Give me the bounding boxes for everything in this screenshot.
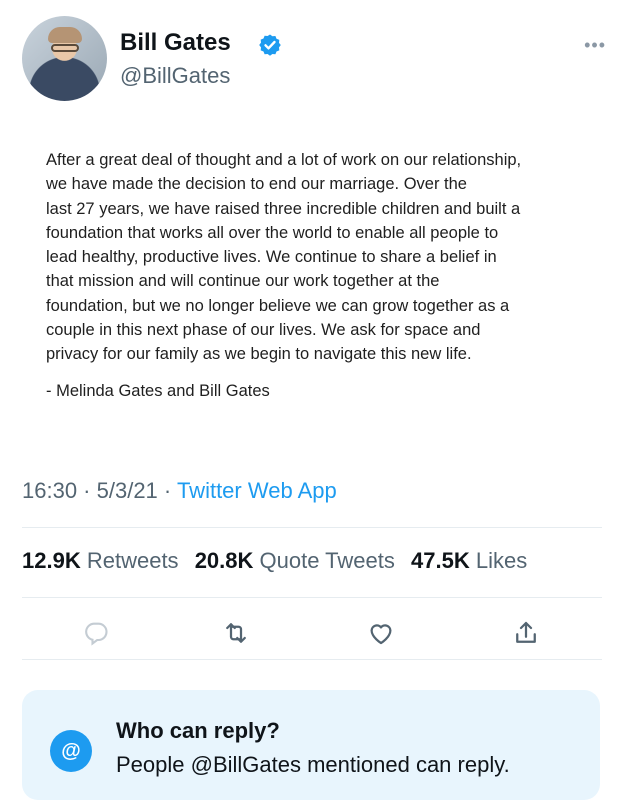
retweets-stat[interactable]: 12.9K Retweets (22, 548, 179, 573)
reply-icon (85, 622, 108, 646)
tweet-line: foundation that works all over the world… (46, 223, 499, 242)
likes-count: 47.5K (411, 548, 470, 573)
avatar[interactable] (22, 16, 107, 101)
share-button[interactable] (506, 613, 546, 653)
divider (22, 597, 602, 598)
heart-icon (370, 624, 392, 645)
tweet-source-link[interactable]: Twitter Web App (177, 478, 337, 503)
like-button[interactable] (361, 613, 401, 653)
tweet-line: foundation, but we no longer believe we … (46, 296, 510, 315)
meta-separator: · (157, 478, 177, 503)
tweet-header: Bill Gates @BillGates ••• (22, 14, 612, 104)
retweets-label: Retweets (86, 548, 179, 573)
tweet-actions (22, 605, 602, 655)
verified-badge-icon (259, 34, 281, 56)
tweet-text: After a great deal of thought and a lot … (46, 148, 586, 367)
retweets-count: 12.9K (22, 548, 81, 573)
tweet-signature: - Melinda Gates and Bill Gates (46, 382, 270, 400)
retweet-icon (226, 623, 246, 643)
user-name[interactable]: Bill Gates (120, 29, 231, 57)
tweet-line: that mission and will continue our work … (46, 272, 440, 291)
quote-tweets-count: 20.8K (194, 548, 254, 573)
who-can-reply-title: Who can reply? (116, 718, 280, 743)
tweet-line: privacy for our family as we begin to na… (46, 345, 472, 364)
tweet-meta: 16:30 · 5/3/21 · Twitter Web App (22, 478, 337, 504)
divider (22, 527, 602, 528)
tweet-line: last 27 years, we have raised three incr… (46, 199, 521, 218)
tweet-line: we have made the decision to end our mar… (46, 175, 467, 194)
likes-stat[interactable]: 47.5K Likes (411, 548, 527, 573)
tweet-line: lead healthy, productive lives. We conti… (46, 248, 497, 267)
meta-separator: · (77, 478, 97, 503)
tweet-line: After a great deal of thought and a lot … (46, 151, 522, 169)
more-options-icon[interactable]: ••• (584, 35, 606, 56)
avatar-hair (48, 27, 82, 43)
tweet-time[interactable]: 16:30 (22, 478, 77, 503)
share-icon (516, 621, 536, 643)
retweet-button[interactable] (216, 613, 256, 653)
tweet-line: couple in this next phase of our lives. … (46, 321, 481, 340)
who-can-reply-subtitle: People @BillGates mentioned can reply. (116, 752, 510, 777)
tweet-date[interactable]: 5/3/21 (97, 478, 158, 503)
divider (22, 659, 602, 660)
quote-tweets-stat[interactable]: 20.8K Quote Tweets (195, 548, 395, 573)
likes-label: Likes (475, 548, 528, 573)
quote-tweets-label: Quote Tweets (259, 548, 395, 573)
avatar-glasses (51, 44, 79, 52)
tweet-stats: 12.9K Retweets 20.8K Quote Tweets 47.5K … (22, 548, 527, 574)
user-handle[interactable]: @BillGates (120, 63, 230, 89)
reply-button[interactable] (76, 613, 116, 653)
mention-icon: @ (50, 730, 92, 772)
